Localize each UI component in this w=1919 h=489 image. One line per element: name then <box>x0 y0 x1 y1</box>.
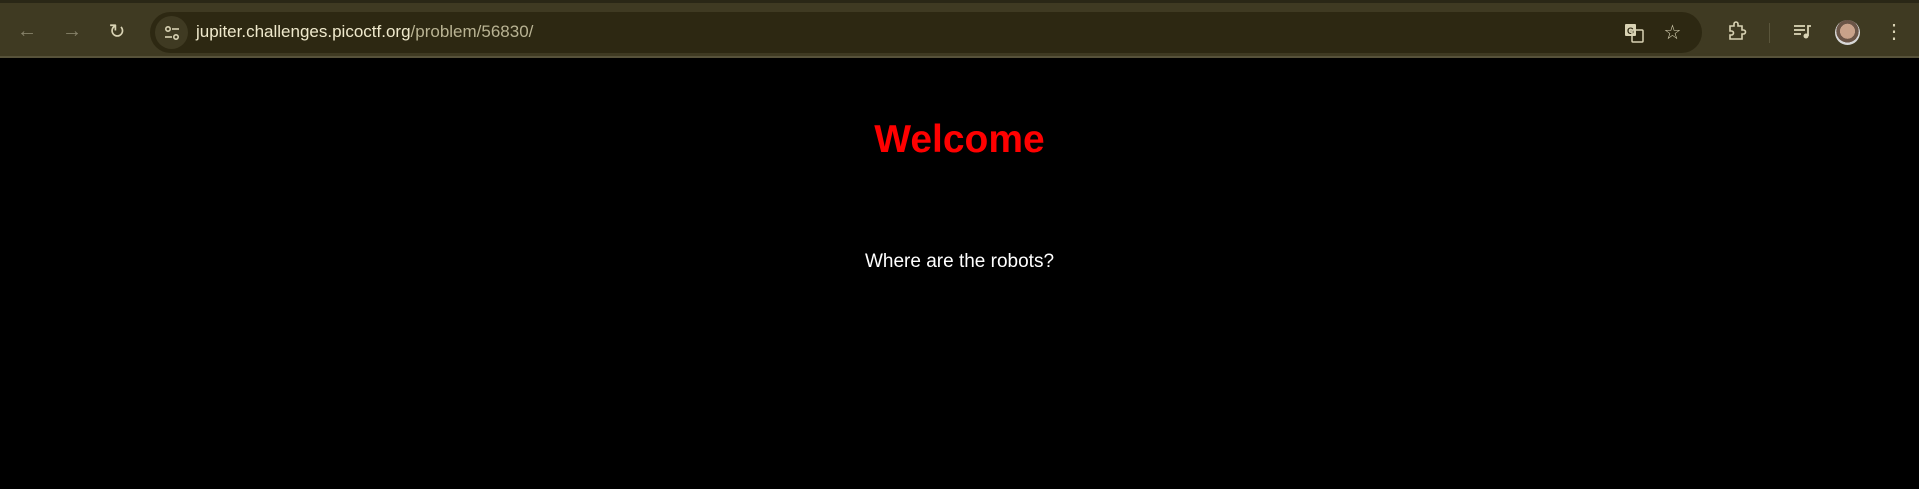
reload-icon[interactable]: ↻ <box>100 14 134 48</box>
forward-arrow-icon[interactable]: → <box>55 14 89 48</box>
url-path: /problem/56830/ <box>410 22 534 41</box>
address-bar[interactable]: jupiter.challenges.picoctf.org/problem/5… <box>150 12 1702 53</box>
translate-icon[interactable]: G <box>1617 16 1650 49</box>
page-content: Welcome Where are the robots? <box>0 58 1919 489</box>
site-settings-icon[interactable] <box>155 16 188 49</box>
svg-text:G: G <box>1627 26 1634 36</box>
browser-toolbar: ← → ↻ jupiter.challenges.picoctf.org/pro… <box>0 0 1919 58</box>
back-arrow-icon[interactable]: ← <box>10 14 44 48</box>
media-controls-icon[interactable] <box>1786 14 1820 48</box>
extensions-icon[interactable] <box>1720 14 1754 48</box>
url-text[interactable]: jupiter.challenges.picoctf.org/problem/5… <box>196 22 533 42</box>
bookmark-star-icon[interactable]: ☆ <box>1656 16 1689 49</box>
profile-avatar[interactable] <box>1835 20 1860 45</box>
more-menu-icon[interactable]: ⋮ <box>1877 14 1911 48</box>
url-host: jupiter.challenges.picoctf.org <box>196 22 411 41</box>
page-text: Where are the robots? <box>864 251 1055 272</box>
page-heading: Welcome <box>874 118 1045 161</box>
toolbar-divider <box>1769 23 1770 43</box>
